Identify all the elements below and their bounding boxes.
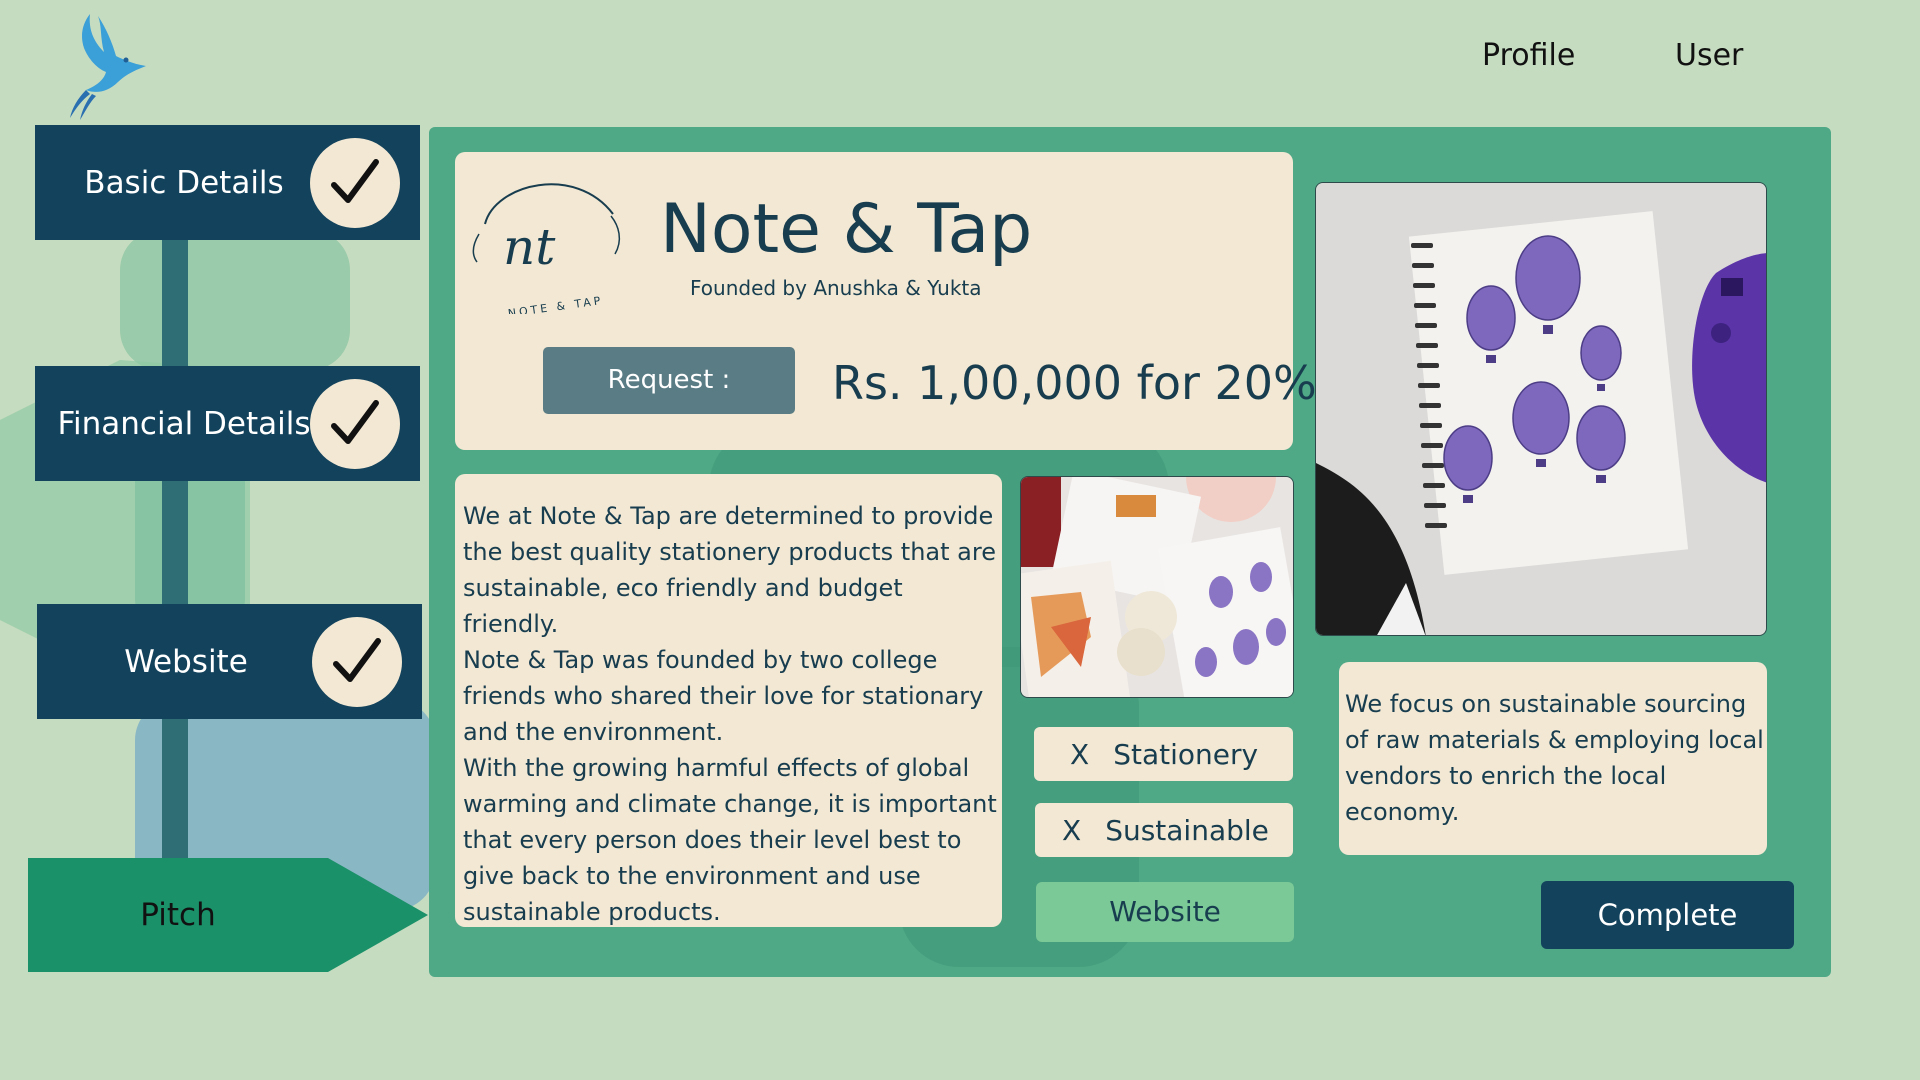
notebooks-image bbox=[1021, 477, 1293, 697]
step-label: Website bbox=[124, 643, 248, 680]
step-financial-details[interactable]: Financial Details bbox=[35, 366, 420, 481]
pitch-panel: nt NOTE & TAP Note & Tap Founded by Anus… bbox=[429, 127, 1831, 977]
description-paragraph: Note & Tap was founded by two college fr… bbox=[463, 646, 984, 746]
startup-header-card: nt NOTE & TAP Note & Tap Founded by Anus… bbox=[455, 152, 1317, 450]
remove-tag-icon[interactable]: X bbox=[1070, 738, 1089, 771]
step-label: Basic Details bbox=[84, 164, 284, 201]
step-label: Financial Details bbox=[57, 405, 311, 442]
step-pitch[interactable]: Pitch bbox=[28, 858, 428, 972]
funding-offer: Rs. 1,00,000 for 20% bbox=[832, 356, 1317, 410]
checkmark-icon bbox=[310, 379, 400, 469]
bird-logo-icon[interactable] bbox=[60, 8, 150, 120]
step-basic-details[interactable]: Basic Details bbox=[35, 125, 420, 240]
stepper-connector bbox=[162, 480, 188, 605]
tag-sustainable: X Sustainable bbox=[1035, 803, 1293, 857]
checkmark-icon bbox=[312, 617, 402, 707]
website-button[interactable]: Website bbox=[1036, 882, 1294, 942]
focus-statement: We focus on sustainable sourcing of raw … bbox=[1345, 690, 1764, 826]
startup-name: Note & Tap bbox=[660, 190, 1033, 269]
step-website[interactable]: Website bbox=[37, 604, 422, 719]
step-label: Pitch bbox=[140, 897, 216, 933]
stepper-connector bbox=[162, 718, 188, 860]
startup-description: We at Note & Tap are determined to provi… bbox=[463, 498, 1003, 930]
tag-label: Sustainable bbox=[1105, 813, 1269, 847]
stepper-connector bbox=[162, 240, 188, 368]
startup-founders: Founded by Anushka & Yukta bbox=[690, 276, 982, 300]
product-photo-small[interactable] bbox=[1020, 476, 1294, 698]
nav-profile-link[interactable]: Profile bbox=[1482, 38, 1575, 73]
checkmark-icon bbox=[310, 138, 400, 228]
tag-label: Stationery bbox=[1113, 737, 1259, 771]
description-paragraph: We at Note & Tap are determined to provi… bbox=[463, 502, 996, 638]
logo-wordmark: NOTE & TAP bbox=[507, 294, 604, 314]
remove-tag-icon[interactable]: X bbox=[1062, 814, 1081, 847]
note-and-tap-logo-icon: nt NOTE & TAP bbox=[472, 183, 621, 314]
notebook-balloons-image bbox=[1316, 183, 1766, 635]
tag-stationery: X Stationery bbox=[1034, 727, 1293, 781]
request-button[interactable]: Request : bbox=[543, 347, 795, 414]
logo-monogram: nt bbox=[503, 218, 556, 276]
focus-card: We focus on sustainable sourcing of raw … bbox=[1339, 662, 1767, 855]
description-card: We at Note & Tap are determined to provi… bbox=[455, 474, 1002, 927]
description-paragraph: With the growing harmful effects of glob… bbox=[463, 754, 997, 926]
product-photo-large[interactable] bbox=[1315, 182, 1767, 636]
complete-button[interactable]: Complete bbox=[1541, 881, 1794, 949]
nav-user-link[interactable]: User bbox=[1675, 38, 1743, 73]
